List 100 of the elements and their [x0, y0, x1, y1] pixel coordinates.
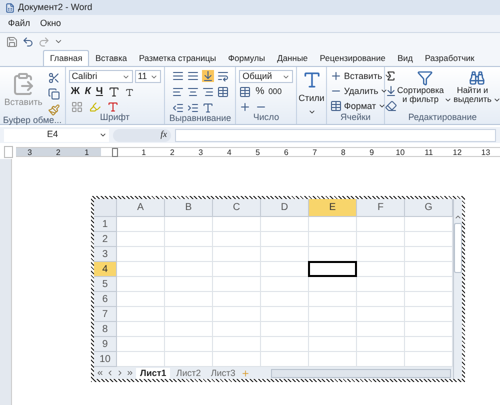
ribbon-tab[interactable]: Вставка — [89, 50, 133, 66]
ribbon-tab[interactable]: Вид — [391, 50, 419, 66]
group-label: Число — [253, 113, 280, 122]
last-sheet-icon[interactable] — [126, 369, 134, 377]
align-left-icon[interactable] — [172, 86, 184, 98]
row-header[interactable]: 5 — [94, 277, 117, 292]
first-sheet-icon[interactable] — [96, 369, 104, 377]
save-icon[interactable] — [6, 36, 18, 48]
align-middle-icon[interactable] — [186, 70, 199, 82]
font-style-button[interactable]: Ч — [96, 87, 103, 97]
ruler-number: 5 — [254, 148, 261, 156]
menu-item[interactable]: Файл — [8, 16, 30, 30]
new-sheet-icon[interactable] — [241, 368, 250, 378]
column-header[interactable]: A — [117, 199, 165, 217]
function-button[interactable]: fx — [113, 128, 171, 142]
wrap-text-icon[interactable] — [216, 70, 229, 82]
previous-sheet-icon[interactable] — [106, 369, 114, 377]
align-top-icon[interactable] — [172, 70, 184, 82]
cells-button[interactable]: Формат — [330, 100, 386, 112]
grow-font-icon[interactable] — [108, 86, 120, 98]
insert-cells-icon — [330, 70, 342, 82]
ribbon-tab[interactable]: Формулы — [222, 50, 272, 66]
customize-icon[interactable] — [54, 37, 63, 46]
ruler-number: 8 — [340, 148, 346, 156]
column-header[interactable]: D — [261, 199, 309, 217]
align-right-icon[interactable] — [202, 86, 214, 98]
document-icon — [5, 2, 15, 12]
font-name-field[interactable]: Calibri — [68, 70, 133, 83]
select-all-corner[interactable] — [94, 199, 117, 217]
ribbon-tab[interactable]: Рецензирование — [314, 50, 392, 66]
binoculars-icon — [468, 70, 484, 86]
ruler-number: 12 — [452, 148, 463, 156]
font-size-field[interactable]: 11 — [134, 70, 161, 83]
menu-item[interactable]: Окно — [40, 16, 62, 30]
styles-button[interactable]: Стили — [298, 70, 324, 116]
cells-button[interactable]: Вставить — [330, 70, 392, 82]
tab-stop-selector[interactable] — [4, 146, 12, 158]
percent-button[interactable]: % — [255, 87, 264, 97]
decrease-indent-icon[interactable] — [172, 102, 184, 114]
column-header[interactable]: C — [213, 199, 261, 217]
scissors-icon[interactable] — [48, 72, 60, 84]
sheet-tab[interactable]: Лист2 — [172, 368, 205, 378]
sheet-tab[interactable]: Лист3 — [206, 368, 240, 378]
align-bottom-icon[interactable] — [202, 70, 214, 82]
group-label: Выравнивание — [169, 114, 232, 123]
increase-indent-icon[interactable] — [186, 102, 199, 114]
next-sheet-icon[interactable] — [116, 369, 124, 377]
fill-icon[interactable] — [384, 85, 396, 97]
sheet-tab[interactable]: Лист1 — [136, 368, 170, 378]
name-box[interactable]: E4 — [4, 128, 109, 142]
scroll-thumb[interactable] — [454, 223, 462, 273]
funnel-icon — [416, 70, 432, 86]
scroll-up-icon[interactable] — [454, 213, 462, 221]
ruler-number: 7 — [312, 148, 318, 156]
undo-icon[interactable] — [22, 36, 34, 48]
ribbon-tab[interactable]: Данные — [271, 50, 314, 66]
merge-cells-icon[interactable] — [216, 86, 229, 98]
row-header[interactable]: 8 — [94, 322, 117, 337]
shrink-font-icon[interactable] — [124, 88, 134, 96]
row-header[interactable]: 4 — [94, 262, 117, 277]
fill-color-icon[interactable] — [88, 101, 101, 113]
ribbon-tab[interactable]: Главная — [43, 50, 90, 66]
row-header[interactable]: 2 — [94, 232, 117, 247]
ruler-number: 13 — [480, 148, 492, 156]
vertical-scrollbar[interactable] — [453, 199, 462, 379]
font-color-icon[interactable] — [106, 101, 119, 113]
cells-button[interactable]: Удалить — [330, 85, 388, 97]
column-header[interactable]: E — [309, 199, 357, 217]
font-style-button[interactable]: Ж — [70, 87, 80, 97]
number-format-field[interactable]: Общий — [239, 70, 293, 83]
borders-icon[interactable] — [70, 101, 83, 113]
row-header[interactable]: 6 — [94, 292, 117, 307]
align-center-icon[interactable] — [186, 86, 199, 98]
copy-icon[interactable] — [48, 88, 60, 100]
row-header[interactable]: 7 — [94, 307, 117, 322]
ruler-number: 3 — [16, 148, 44, 156]
editing-button[interactable]: Найти и выделить — [452, 70, 500, 112]
ribbon-tab[interactable]: Разработчик — [418, 50, 480, 66]
thousands-button[interactable]: 000 — [268, 88, 282, 96]
eraser-icon[interactable] — [384, 100, 396, 112]
window-title: Документ2 - Word — [18, 0, 92, 14]
ruler-number: 3 — [198, 148, 204, 156]
sum-icon[interactable] — [384, 70, 396, 82]
redo-icon[interactable] — [38, 36, 50, 48]
row-header[interactable]: 3 — [94, 247, 117, 262]
currency-icon[interactable] — [239, 86, 252, 98]
ribbon-tab[interactable]: Разметка страницы — [132, 50, 222, 66]
column-header[interactable]: G — [405, 199, 453, 217]
brush-icon[interactable] — [48, 104, 60, 116]
increase-decimal-icon[interactable] — [239, 101, 252, 113]
font-style-button[interactable]: К — [84, 87, 91, 97]
row-header[interactable]: 10 — [94, 352, 117, 367]
row-header[interactable]: 9 — [94, 337, 117, 352]
text-orientation-icon[interactable] — [202, 102, 214, 114]
column-header[interactable]: F — [357, 199, 405, 217]
formula-field[interactable] — [175, 128, 496, 142]
horizontal-scrollbar[interactable] — [271, 368, 451, 378]
row-header[interactable]: 1 — [94, 217, 117, 232]
column-header[interactable]: B — [165, 199, 213, 217]
group-label: Ячейки — [340, 113, 371, 122]
